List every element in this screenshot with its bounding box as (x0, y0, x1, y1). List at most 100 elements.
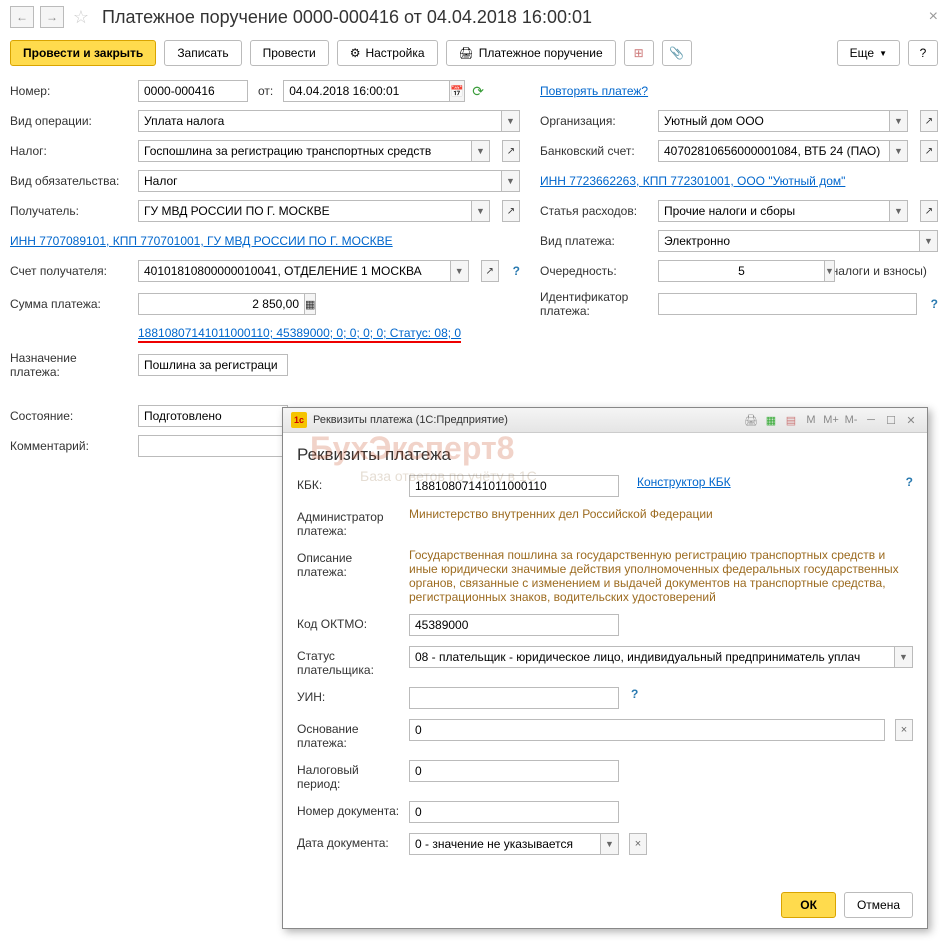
attachment-button[interactable]: 📎 (662, 40, 692, 66)
payment-details-modal: 1c Реквизиты платежа (1С:Предприятие) 🖨 … (282, 407, 928, 929)
payer-status-input[interactable] (409, 646, 895, 668)
print-mini-icon[interactable]: 🖨 (743, 412, 759, 428)
uin-input[interactable] (409, 687, 619, 709)
tax-period-input[interactable] (409, 760, 619, 782)
printer-icon: 🖨 (459, 46, 474, 60)
obligation-input[interactable] (138, 170, 502, 192)
expense-dropdown[interactable]: ▼ (890, 200, 908, 222)
nav-forward-button[interactable]: → (40, 6, 64, 28)
operation-dropdown[interactable]: ▼ (502, 110, 520, 132)
minimize-icon[interactable]: ─ (863, 412, 879, 428)
id-input[interactable] (658, 293, 917, 315)
modal-help-icon[interactable]: ? (906, 475, 913, 489)
structure-button[interactable]: ⊞ (624, 40, 654, 66)
payment-type-input[interactable] (658, 230, 920, 252)
help-button[interactable]: ? (908, 40, 938, 66)
status-input[interactable] (138, 405, 288, 427)
calculator-icon[interactable]: ▦ (305, 293, 316, 315)
account-label: Счет получателя: (10, 264, 128, 278)
org-input[interactable] (658, 110, 890, 132)
m-plus-icon[interactable]: M+ (823, 412, 839, 428)
number-label: Номер: (10, 84, 128, 98)
comment-label: Комментарий: (10, 439, 128, 453)
priority-dropdown[interactable]: ▼ (825, 260, 835, 282)
operation-input[interactable] (138, 110, 502, 132)
m-minus-icon[interactable]: M- (843, 412, 859, 428)
paperclip-icon: 📎 (669, 46, 684, 60)
basis-clear-button[interactable]: × (895, 719, 913, 741)
org-dropdown[interactable]: ▼ (890, 110, 908, 132)
grid-mini-icon[interactable]: ▦ (763, 412, 779, 428)
post-button[interactable]: Провести (250, 40, 329, 66)
post-and-close-button[interactable]: Провести и закрыть (10, 40, 156, 66)
uin-help-icon[interactable]: ? (631, 687, 638, 701)
settings-button[interactable]: ⚙Настройка (337, 40, 438, 66)
doc-num-label: Номер документа: (297, 801, 401, 818)
account-open-button[interactable]: ↗ (481, 260, 499, 282)
recipient-dropdown[interactable]: ▼ (472, 200, 490, 222)
purpose-label: Назначение платежа: (10, 351, 128, 379)
modal-close-icon[interactable]: ✕ (903, 412, 919, 428)
tax-open-button[interactable]: ↗ (502, 140, 520, 162)
id-label: Идентификатор платежа: (540, 290, 648, 318)
payment-type-dropdown[interactable]: ▼ (920, 230, 938, 252)
tax-label: Налог: (10, 144, 128, 158)
ok-button[interactable]: ОК (781, 892, 836, 918)
tax-input[interactable] (138, 140, 472, 162)
kbk-constructor-link[interactable]: Конструктор КБК (637, 475, 731, 489)
priority-input[interactable] (658, 260, 825, 282)
account-dropdown[interactable]: ▼ (451, 260, 469, 282)
print-button[interactable]: 🖨Платежное поручение (446, 40, 616, 66)
more-button[interactable]: Еще ▼ (837, 40, 900, 66)
admin-label: Администратор платежа: (297, 507, 401, 538)
bank-input[interactable] (658, 140, 890, 162)
org-open-button[interactable]: ↗ (920, 110, 938, 132)
expense-input[interactable] (658, 200, 890, 222)
refresh-icon[interactable]: ⟳ (472, 83, 484, 100)
maximize-icon[interactable]: ☐ (883, 412, 899, 428)
repeat-payment-link[interactable]: Повторять платеж? (540, 84, 648, 98)
m-icon[interactable]: M (803, 412, 819, 428)
doc-date-input[interactable] (409, 833, 601, 855)
payer-status-dropdown[interactable]: ▼ (895, 646, 913, 668)
sum-input[interactable] (138, 293, 305, 315)
comment-input[interactable] (138, 435, 288, 457)
bank-dropdown[interactable]: ▼ (890, 140, 908, 162)
recipient-input[interactable] (138, 200, 472, 222)
nav-back-button[interactable]: ← (10, 6, 34, 28)
account-input[interactable] (138, 260, 451, 282)
oktmo-label: Код ОКТМО: (297, 614, 401, 631)
doc-date-label: Дата документа: (297, 833, 401, 850)
account-help-icon[interactable]: ? (513, 264, 520, 278)
oktmo-input[interactable] (409, 614, 619, 636)
close-icon[interactable]: × (929, 8, 938, 26)
inn-org-link[interactable]: ИНН 7723662263, КПП 772301001, ООО "Уютн… (540, 174, 845, 188)
purpose-input[interactable] (138, 354, 288, 376)
cancel-button[interactable]: Отмена (844, 892, 913, 918)
calendar-icon[interactable]: 📅 (450, 80, 465, 102)
calc-mini-icon[interactable]: ▤ (783, 412, 799, 428)
desc-label: Описание платежа: (297, 548, 401, 579)
bank-open-button[interactable]: ↗ (920, 140, 938, 162)
chevron-down-icon: ▼ (879, 49, 887, 58)
date-input[interactable] (283, 80, 450, 102)
page-title: Платежное поручение 0000-000416 от 04.04… (102, 7, 592, 28)
favorite-star-icon[interactable]: ☆ (70, 6, 92, 28)
recipient-open-button[interactable]: ↗ (502, 200, 520, 222)
expense-open-button[interactable]: ↗ (920, 200, 938, 222)
tax-dropdown[interactable]: ▼ (472, 140, 490, 162)
from-label: от: (258, 84, 273, 98)
basis-input[interactable] (409, 719, 885, 741)
doc-date-dropdown[interactable]: ▼ (601, 833, 619, 855)
kbk-label: КБК: (297, 475, 401, 492)
obligation-dropdown[interactable]: ▼ (502, 170, 520, 192)
id-help-icon[interactable]: ? (931, 297, 938, 311)
recipient-inn-link[interactable]: ИНН 7707089101, КПП 770701001, ГУ МВД РО… (10, 234, 393, 248)
kbk-input[interactable] (409, 475, 619, 497)
org-label: Организация: (540, 114, 648, 128)
save-button[interactable]: Записать (164, 40, 241, 66)
number-input[interactable] (138, 80, 248, 102)
kbk-details-link[interactable]: 18810807141011000110; 45389000; 0; 0; 0;… (138, 326, 461, 340)
doc-num-input[interactable] (409, 801, 619, 823)
doc-date-clear-button[interactable]: × (629, 833, 647, 855)
